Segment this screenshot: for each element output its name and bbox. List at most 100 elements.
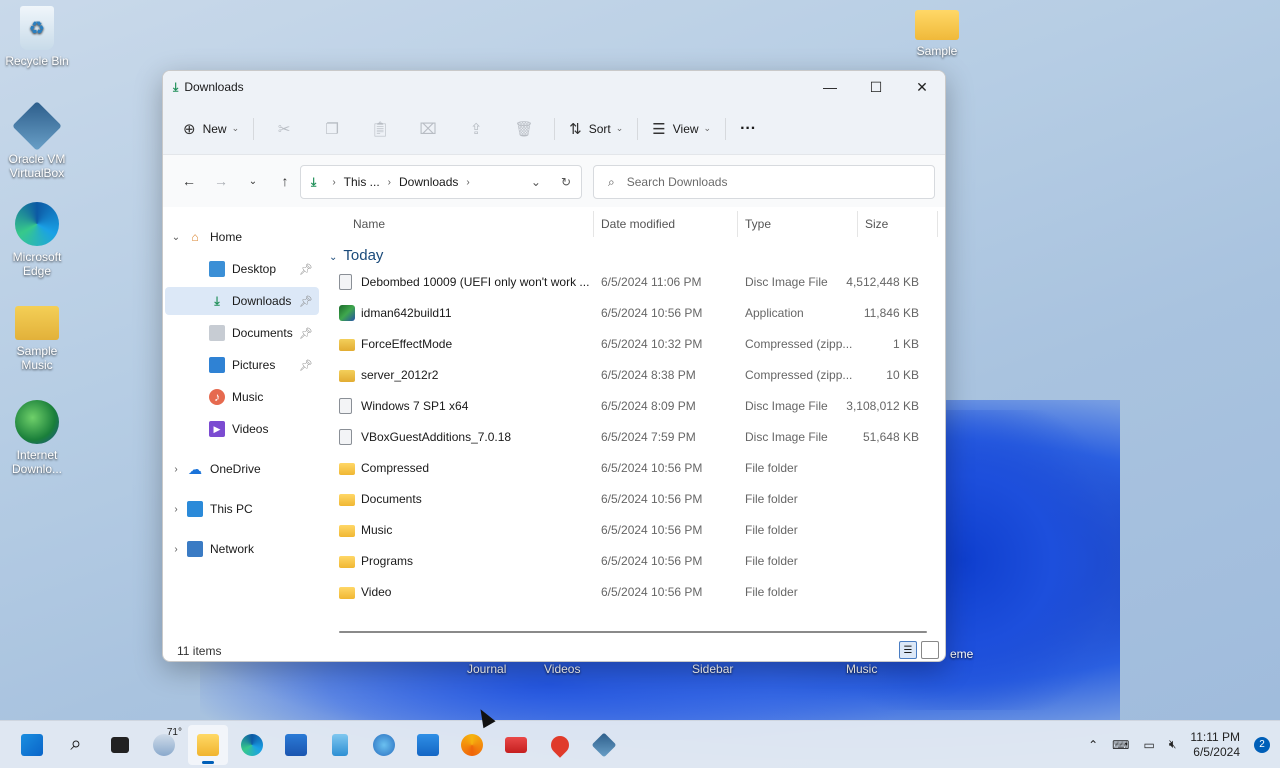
taskbar-virtualbox[interactable] <box>584 725 624 765</box>
table-row[interactable]: idman642build11 6/5/2024 10:56 PM Applic… <box>333 298 933 329</box>
table-row[interactable]: Compressed 6/5/2024 10:56 PM File folder <box>333 453 933 484</box>
desktop-label-journal[interactable]: Journal <box>467 662 506 676</box>
cut-button[interactable]: ✂ <box>260 113 308 145</box>
sort-button[interactable]: ⇅ Sort ⌄ <box>561 113 631 145</box>
chevron-up-icon[interactable]: ⌃ <box>1088 738 1098 752</box>
desktop-label-sidebar[interactable]: Sidebar <box>692 662 733 676</box>
share-button[interactable]: ⇪ <box>452 113 500 145</box>
search-button[interactable]: ⌕ <box>56 725 96 765</box>
maximize-button[interactable]: ☐ <box>853 71 899 103</box>
chevron-right-icon[interactable]: › <box>165 544 187 555</box>
desktop-icon <box>209 261 225 277</box>
list-view-icon: ☰ <box>652 120 666 138</box>
delete-button[interactable]: 🗑︎ <box>500 113 548 145</box>
table-row[interactable]: Music 6/5/2024 10:56 PM File folder <box>333 515 933 546</box>
separator <box>725 117 727 140</box>
desktop-icon-virtualbox[interactable]: Oracle VM VirtualBox <box>0 101 74 180</box>
refresh-icon[interactable]: ↻ <box>561 175 571 189</box>
forward-button[interactable]: → <box>205 165 237 197</box>
table-row[interactable]: VBoxGuestAdditions_7.0.18 6/5/2024 7:59 … <box>333 422 933 453</box>
taskbar-edge[interactable] <box>232 725 272 765</box>
search-input[interactable]: ⌕ Search Downloads <box>593 165 935 199</box>
table-row[interactable]: Documents 6/5/2024 10:56 PM File folder <box>333 484 933 515</box>
chevron-right-icon[interactable]: › <box>165 504 187 515</box>
download-icon: ⤓ <box>214 293 220 308</box>
column-type[interactable]: Type <box>745 217 771 231</box>
desktop-icon-edge[interactable]: Microsoft Edge <box>0 202 74 278</box>
nav-item-pictures[interactable]: Pictures 📌︎ <box>165 351 319 379</box>
volume-muted-icon[interactable]: 🔇︎ <box>1169 737 1177 752</box>
minimize-button[interactable]: — <box>807 71 853 103</box>
taskbar-paint[interactable] <box>452 725 492 765</box>
paste-button[interactable]: 📋︎ <box>356 113 404 145</box>
address-history-dropdown[interactable]: ⌄ <box>531 175 541 189</box>
nav-item-home[interactable]: ⌄ ⌂ Home <box>165 223 319 251</box>
widgets-button[interactable]: 71° <box>144 725 184 765</box>
task-view-button[interactable] <box>100 725 140 765</box>
breadcrumb-downloads[interactable]: Downloads <box>399 175 458 189</box>
notification-badge[interactable]: 2 <box>1254 736 1270 753</box>
chevron-down-icon: ⌄ <box>615 123 624 133</box>
desktop-label-videos[interactable]: Videos <box>544 662 580 676</box>
taskbar-news[interactable] <box>496 725 536 765</box>
nav-item-network[interactable]: › Network <box>165 535 319 563</box>
column-name[interactable]: Name <box>353 217 385 231</box>
clock[interactable]: 11:11 PM 6/5/2024 <box>1190 730 1240 760</box>
nav-item-onedrive[interactable]: › ☁ OneDrive <box>165 455 319 483</box>
close-button[interactable]: ✕ <box>899 71 945 103</box>
nav-item-desktop[interactable]: Desktop 📌︎ <box>165 255 319 283</box>
taskbar-globe-app[interactable] <box>364 725 404 765</box>
table-row[interactable]: Video 6/5/2024 10:56 PM File folder <box>333 577 933 608</box>
column-size[interactable]: Size <box>865 217 888 231</box>
desktop-label-theme[interactable]: eme <box>950 647 973 661</box>
nav-item-documents[interactable]: Documents 📌︎ <box>165 319 319 347</box>
back-button[interactable]: ← <box>173 165 205 197</box>
address-bar[interactable]: ⤓ › This ... › Downloads › ⌄ ↻ <box>300 165 582 199</box>
desktop-icon-sample[interactable]: Sample <box>900 10 974 58</box>
recent-locations-button[interactable]: ⌄ <box>237 165 269 197</box>
nav-item-downloads[interactable]: ⤓ Downloads 📌︎ <box>165 287 319 315</box>
desktop-icon-sample-music[interactable]: Sample Music <box>0 306 74 372</box>
table-row[interactable]: Debombed 10009 (UEFI only won't work ...… <box>333 267 933 298</box>
nav-item-this-pc[interactable]: › This PC <box>165 495 319 523</box>
copy-icon: ❐ <box>325 120 339 138</box>
taskbar-store[interactable] <box>276 725 316 765</box>
table-row[interactable]: server_2012r2 6/5/2024 8:38 PM Compresse… <box>333 360 933 391</box>
copy-button[interactable]: ❐ <box>308 113 356 145</box>
chevron-down-icon[interactable]: ⌄ <box>165 232 187 243</box>
pin-icon[interactable]: 📌︎ <box>299 359 313 372</box>
column-date-modified[interactable]: Date modified <box>601 217 675 231</box>
rename-button[interactable]: ⌧ <box>404 113 452 145</box>
chevron-right-icon: › <box>332 176 336 188</box>
group-header-today[interactable]: ⌄ Today <box>329 247 383 264</box>
up-button[interactable]: ↑ <box>269 165 301 197</box>
start-button[interactable] <box>12 725 52 765</box>
pin-icon[interactable]: 📌︎ <box>299 263 313 276</box>
taskbar-calendar[interactable] <box>408 725 448 765</box>
details-view-button[interactable]: ☰ <box>899 641 917 659</box>
pin-icon[interactable]: 📌︎ <box>299 295 313 308</box>
desktop-icon-internet-download-manager[interactable]: Internet Downlo... <box>0 400 74 476</box>
keyboard-icon[interactable]: ⌨ <box>1112 738 1129 752</box>
desktop-label-music[interactable]: Music <box>846 662 877 676</box>
breadcrumb-this-pc[interactable]: This ... <box>344 175 380 189</box>
horizontal-scrollbar[interactable] <box>339 631 927 633</box>
taskbar-notepad[interactable] <box>320 725 360 765</box>
nav-item-music[interactable]: ♪ Music <box>165 383 319 411</box>
title-bar[interactable]: ⤓ Downloads — ☐ ✕ <box>163 71 945 103</box>
more-options-button[interactable]: ··· <box>732 113 764 145</box>
table-row[interactable]: ForceEffectMode 6/5/2024 10:32 PM Compre… <box>333 329 933 360</box>
view-button[interactable]: ☰ View ⌄ <box>644 113 719 145</box>
pin-icon[interactable]: 📌︎ <box>299 327 313 340</box>
nav-item-videos[interactable]: ▶ Videos <box>165 415 319 443</box>
chevron-right-icon[interactable]: › <box>165 464 187 475</box>
new-button[interactable]: ⊕ New ⌄ <box>175 113 247 145</box>
network-status-icon[interactable]: ▭ <box>1144 738 1155 752</box>
taskbar-file-explorer[interactable] <box>188 724 228 765</box>
tiles-view-button[interactable] <box>921 641 939 659</box>
desktop-icon-recycle-bin[interactable]: ♻ Recycle Bin <box>0 6 74 68</box>
table-row[interactable]: Programs 6/5/2024 10:56 PM File folder <box>333 546 933 577</box>
table-row[interactable]: Windows 7 SP1 x64 6/5/2024 8:09 PM Disc … <box>333 391 933 422</box>
chevron-right-icon: › <box>387 176 392 188</box>
taskbar-maps[interactable] <box>540 725 580 765</box>
